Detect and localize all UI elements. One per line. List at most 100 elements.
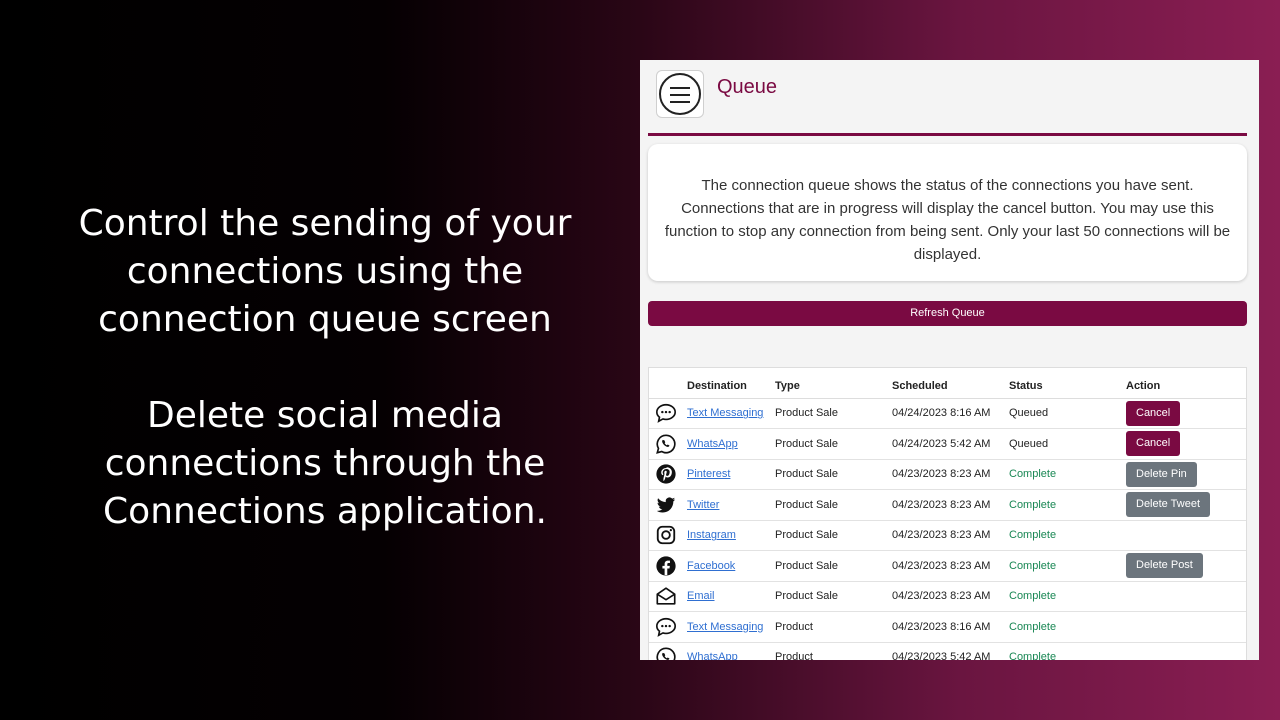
status-cell: Complete [1009,520,1126,551]
chat-bubble-icon [655,402,687,424]
row-icon-cell [649,489,687,521]
page-title: Queue [717,76,778,98]
type-cell: Product Sale [775,459,892,490]
delete-tweet-button[interactable]: Delete Tweet [1126,492,1211,518]
type-cell: Product Sale [775,581,892,612]
destination-cell: Pinterest [687,459,775,490]
table-row: Twitter Product Sale 04/23/2023 8:23 AM … [649,489,1246,521]
col-type: Type [775,368,892,399]
destination-link[interactable]: Email [687,590,715,602]
page-header: Queue [648,60,1247,136]
row-icon-cell [649,611,687,643]
destination-link[interactable]: Facebook [687,560,735,572]
status-cell: Complete [1009,642,1126,660]
row-icon-cell [649,398,687,429]
destination-link[interactable]: Twitter [687,499,719,511]
delete-pin-button[interactable]: Delete Pin [1126,461,1197,487]
refresh-queue-button[interactable]: Refresh Queue [648,301,1247,326]
col-destination: Destination [687,368,775,399]
type-cell: Product Sale [775,489,892,521]
cancel-button[interactable]: Cancel [1126,431,1181,457]
whatsapp-icon [655,433,687,455]
chat-bubble-icon [655,616,687,638]
table-row: Email Product Sale 04/23/2023 8:23 AM Co… [649,581,1246,612]
destination-link[interactable]: WhatsApp [687,651,738,660]
destination-link[interactable]: Instagram [687,529,736,541]
pinterest-icon [655,463,687,485]
promo-text: Control the sending of your connections … [60,200,590,536]
destination-link[interactable]: WhatsApp [687,438,738,450]
table-row: Pinterest Product Sale 04/23/2023 8:23 A… [649,459,1246,490]
col-action: Action [1126,368,1246,399]
action-cell: Delete Pin [1126,459,1246,490]
table-row: Text Messaging Product 04/23/2023 8:16 A… [649,611,1246,643]
action-cell [1126,642,1246,660]
whatsapp-icon [655,646,687,660]
status-cell: Queued [1009,398,1126,429]
status-cell: Complete [1009,581,1126,612]
twitter-icon [655,494,687,516]
queue-panel: Queue The connection queue shows the sta… [640,60,1259,660]
scheduled-cell: 04/23/2023 8:23 AM [892,489,1009,521]
scheduled-cell: 04/23/2023 5:42 AM [892,642,1009,660]
facebook-icon [655,555,687,577]
menu-button[interactable] [656,70,704,118]
table-row: WhatsApp Product Sale 04/24/2023 5:42 AM… [649,428,1246,460]
action-cell [1126,611,1246,643]
scheduled-cell: 04/24/2023 8:16 AM [892,398,1009,429]
info-text: The connection queue shows the status of… [664,176,1231,263]
destination-cell: Text Messaging [687,398,775,429]
type-cell: Product Sale [775,550,892,582]
status-cell: Complete [1009,489,1126,521]
destination-cell: Text Messaging [687,611,775,643]
row-icon-cell [649,520,687,551]
instagram-icon [655,524,687,546]
destination-cell: Facebook [687,550,775,582]
table-header-row: Destination Type Scheduled Status Action [649,368,1246,399]
status-cell: Complete [1009,611,1126,643]
destination-link[interactable]: Text Messaging [687,621,763,633]
promo-line-1: Control the sending of your connections … [78,203,572,340]
delete-post-button[interactable]: Delete Post [1126,553,1203,579]
type-cell: Product [775,611,892,643]
row-icon-cell [649,642,687,660]
destination-link[interactable]: Pinterest [687,468,730,480]
destination-cell: Twitter [687,489,775,521]
table-row: Text Messaging Product Sale 04/24/2023 8… [649,398,1246,429]
scheduled-cell: 04/24/2023 5:42 AM [892,428,1009,460]
col-icon [649,368,687,399]
action-cell: Delete Tweet [1126,489,1246,521]
action-cell: Delete Post [1126,550,1246,582]
status-cell: Complete [1009,550,1126,582]
destination-cell: Instagram [687,520,775,551]
action-cell [1126,581,1246,612]
envelope-icon [655,585,687,607]
table-row: Instagram Product Sale 04/23/2023 8:23 A… [649,520,1246,551]
type-cell: Product Sale [775,428,892,460]
scheduled-cell: 04/23/2023 8:23 AM [892,520,1009,551]
destination-link[interactable]: Text Messaging [687,407,763,419]
status-cell: Queued [1009,428,1126,460]
scheduled-cell: 04/23/2023 8:16 AM [892,611,1009,643]
cancel-button[interactable]: Cancel [1126,400,1181,426]
col-scheduled: Scheduled [892,368,1009,399]
type-cell: Product Sale [775,520,892,551]
scheduled-cell: 04/23/2023 8:23 AM [892,581,1009,612]
type-cell: Product Sale [775,398,892,429]
table-row: WhatsApp Product 04/23/2023 5:42 AM Comp… [649,642,1246,660]
queue-table: Destination Type Scheduled Status Action… [648,367,1247,660]
action-cell: Cancel [1126,428,1246,460]
scheduled-cell: 04/23/2023 8:23 AM [892,550,1009,582]
scheduled-cell: 04/23/2023 8:23 AM [892,459,1009,490]
destination-cell: WhatsApp [687,428,775,460]
promo-line-2: Delete social media connections through … [103,395,547,532]
info-card: The connection queue shows the status of… [648,144,1247,281]
action-cell: Cancel [1126,398,1246,429]
table-row: Facebook Product Sale 04/23/2023 8:23 AM… [649,550,1246,582]
row-icon-cell [649,550,687,582]
destination-cell: Email [687,581,775,612]
action-cell [1126,520,1246,551]
status-cell: Complete [1009,459,1126,490]
row-icon-cell [649,428,687,460]
row-icon-cell [649,581,687,612]
